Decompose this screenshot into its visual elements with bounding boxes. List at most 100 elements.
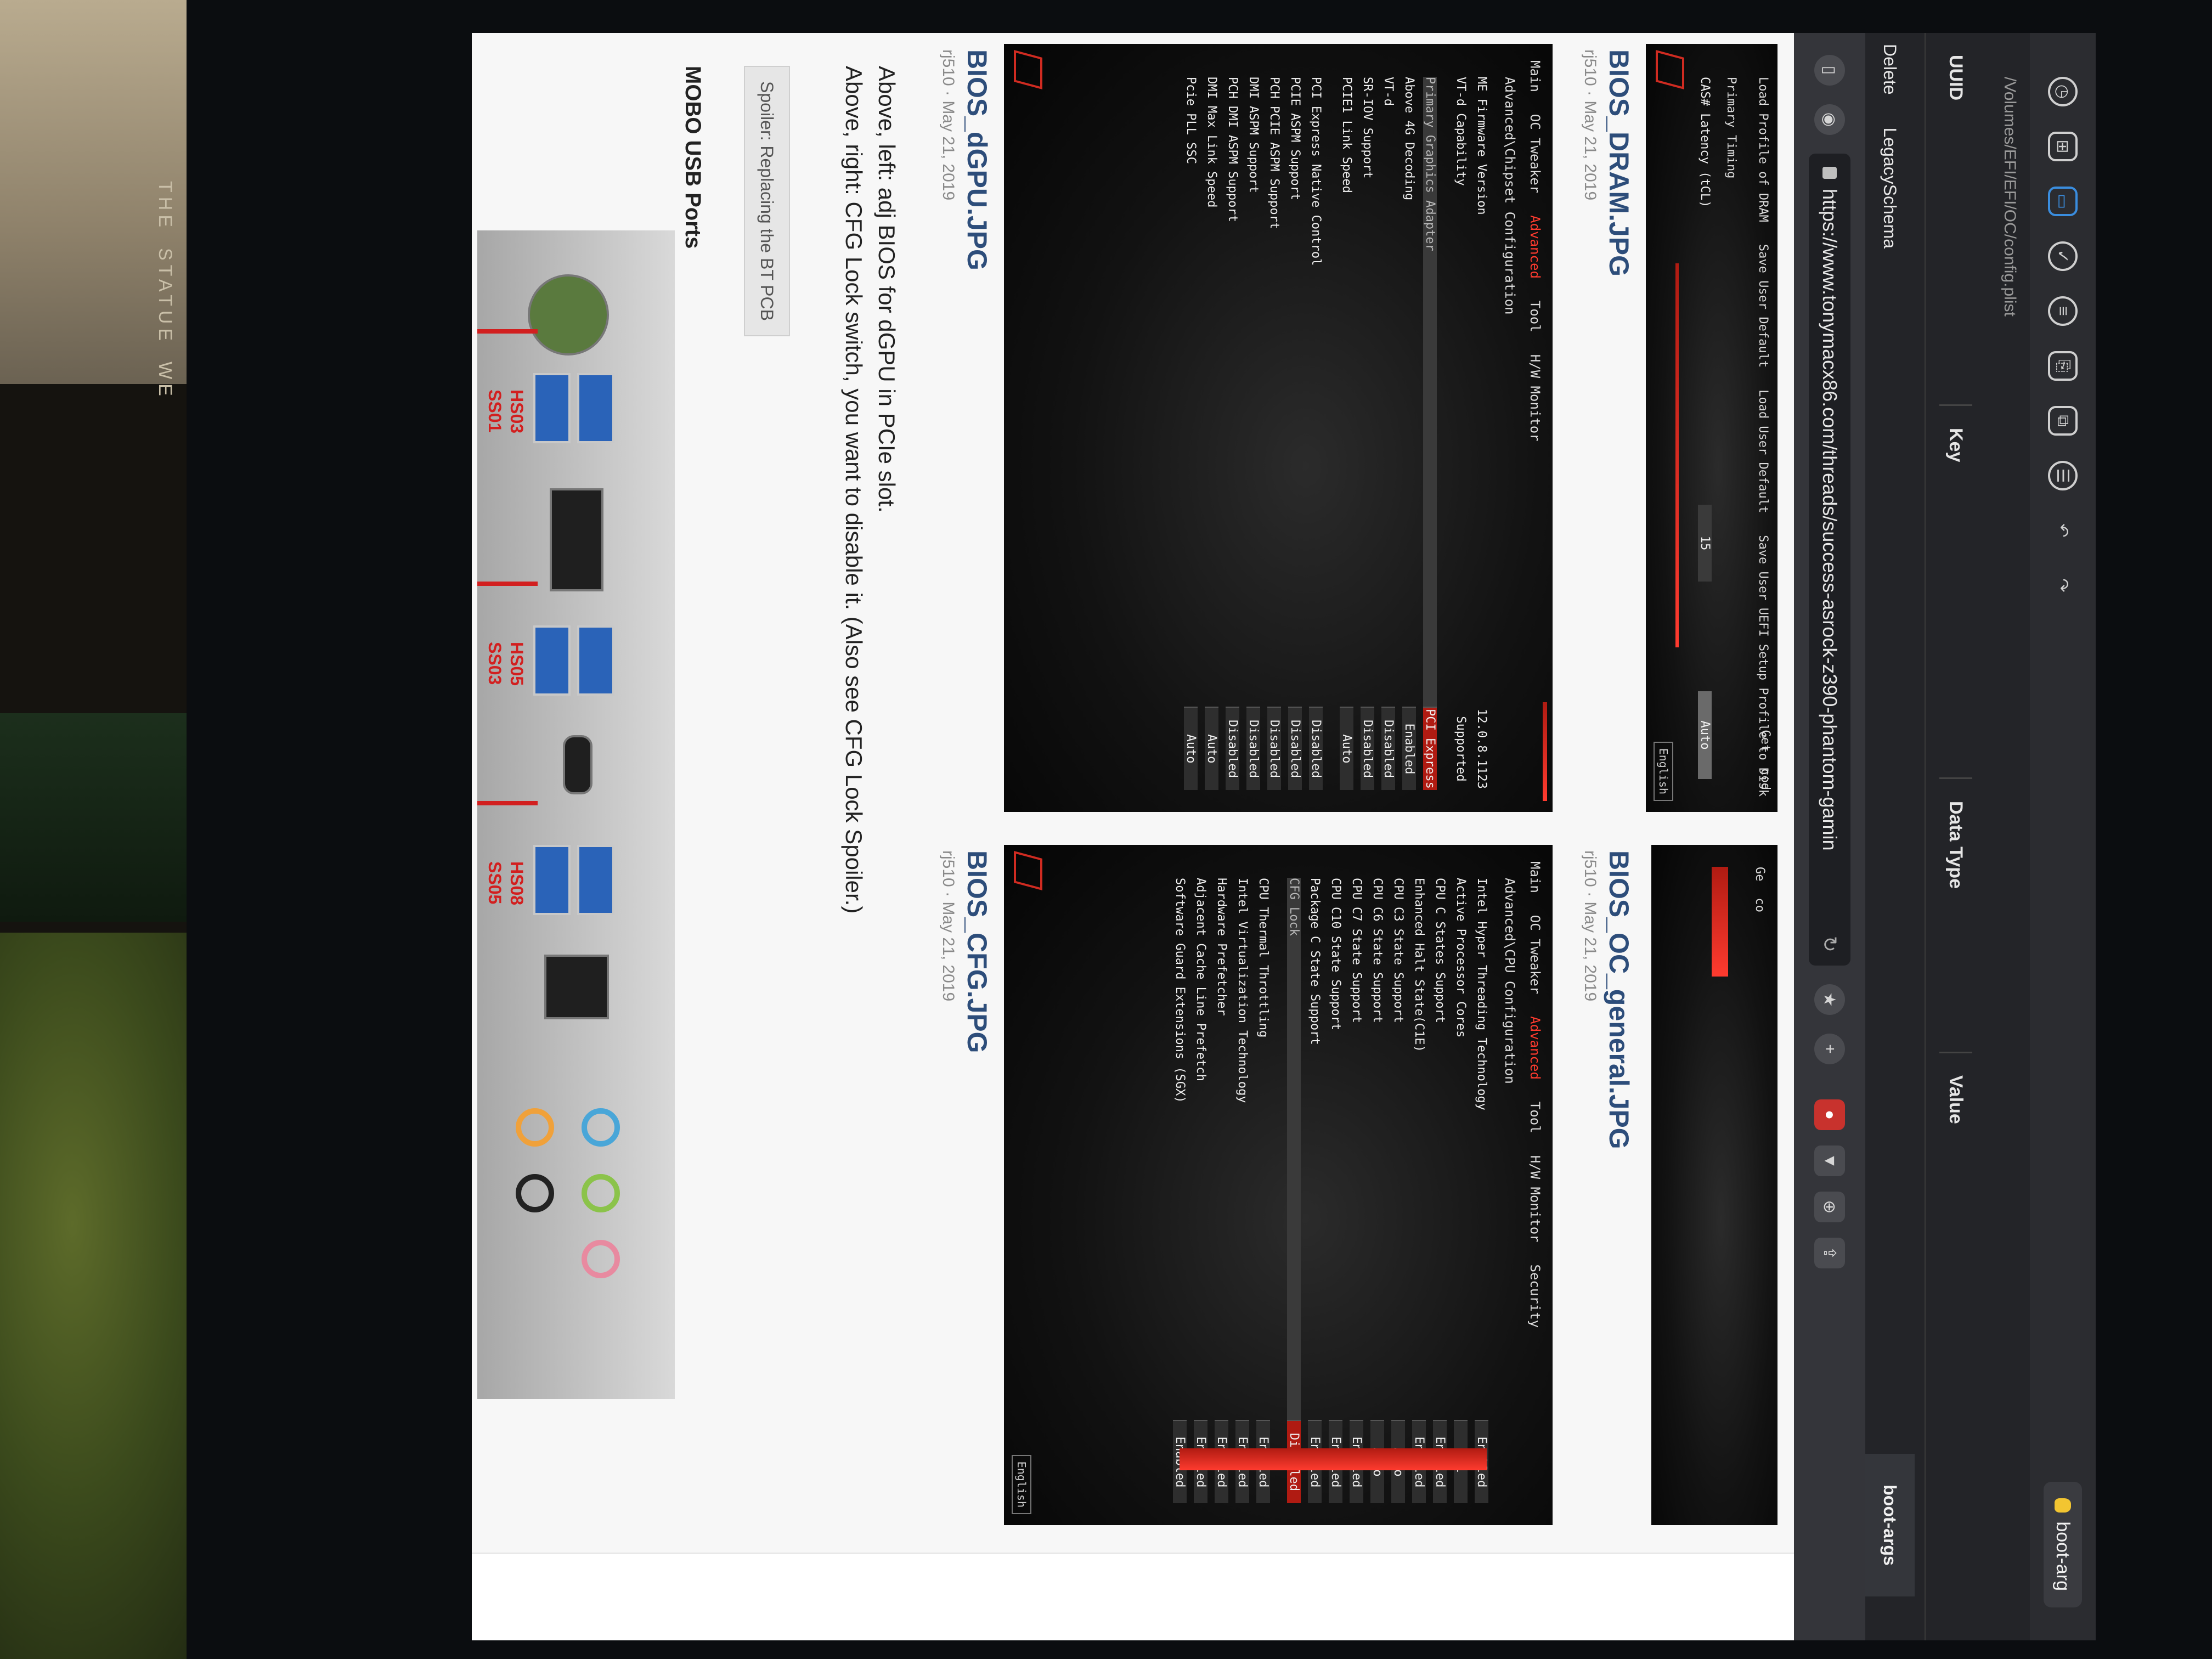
bios-row[interactable]: Software Guard Extensions (SGX)Enabled xyxy=(1170,878,1190,1503)
bios-row[interactable]: PCH PCIE ASPM Support Disabled xyxy=(1264,77,1285,790)
column-value[interactable]: Value xyxy=(1939,1053,1972,1640)
bios-language[interactable]: English xyxy=(1654,741,1673,801)
bios-tab-active[interactable]: Advanced xyxy=(1527,1016,1543,1080)
bios-row-selected[interactable]: Primary Graphics Adapter PCI Express xyxy=(1420,77,1441,790)
attachment-bios-oc-general[interactable]: Ge co xyxy=(1651,845,1778,1525)
bios-tab[interactable]: H/W Monitor xyxy=(1527,354,1543,442)
bios-row[interactable]: Pcie PLL SSC Auto xyxy=(1181,77,1201,790)
attachment-bios-dgpu[interactable]: Main OC Tweaker Advanced Tool H/W Monito… xyxy=(1004,44,1553,812)
new-tab-icon[interactable]: + xyxy=(1814,1034,1845,1064)
bios-row[interactable]: CPU C6 State SupportAuto xyxy=(1367,878,1388,1503)
bios-row[interactable]: VT-d Disabled xyxy=(1378,77,1399,790)
downloads-icon[interactable]: ⊕ xyxy=(1814,1192,1845,1222)
bios-row[interactable]: DMI Max Link Speed Auto xyxy=(1201,77,1222,790)
audio-jack xyxy=(516,1174,554,1212)
bios-tab-active[interactable]: Advanced xyxy=(1527,215,1543,279)
attachment-image[interactable]: Main OC Tweaker Advanced Tool H/W Monito… xyxy=(1004,44,1553,812)
bios-menu-item: Save User Default xyxy=(1756,244,1770,368)
bios-tab[interactable]: Main xyxy=(1527,861,1543,893)
list-icon[interactable]: ≡ xyxy=(2048,296,2078,326)
attachment-title[interactable]: BIOS_dGPU.JPG xyxy=(961,49,993,270)
spoiler-button[interactable]: Spoiler: Replacing the BT PCB xyxy=(744,66,790,336)
bios-tab[interactable]: H/W Monitor xyxy=(1527,1155,1543,1243)
bios-row[interactable]: PCIE ASPM Support Disabled xyxy=(1285,77,1306,790)
bios-row[interactable]: DMI ASPM Support Disabled xyxy=(1243,77,1264,790)
bios-row[interactable]: VT-d Capability Supported xyxy=(1451,77,1471,790)
bios-tab[interactable]: Main xyxy=(1527,60,1543,92)
column-key[interactable]: Key xyxy=(1939,406,1972,779)
redo-icon[interactable]: ↷ xyxy=(2048,571,2078,600)
bios-row[interactable]: PCIE1 Link Speed Auto xyxy=(1336,77,1357,790)
bios-row[interactable]: Package C State SupportEnabled xyxy=(1305,878,1325,1503)
bios-row[interactable]: CPU C3 State SupportAuto xyxy=(1388,878,1409,1503)
bios-row-key: CPU C10 State Support xyxy=(1329,878,1343,1031)
bios-row-key: SR-IOV Support xyxy=(1361,77,1375,179)
bios-tab[interactable]: Tool xyxy=(1527,301,1543,332)
bios-tab[interactable]: OC Tweaker xyxy=(1527,915,1543,995)
usb-port xyxy=(533,373,571,443)
legacy-schema-item[interactable]: LegacySchema xyxy=(1880,128,1900,249)
bezel-word: STATUE xyxy=(155,248,176,346)
history-icon[interactable]: ◷ xyxy=(2048,77,2078,106)
bios-row-key: Package C State Support xyxy=(1308,878,1322,1045)
duplicate-icon[interactable]: ⧉ xyxy=(2048,406,2078,436)
bios-menu-item: Load User Default xyxy=(1756,390,1770,514)
bios-help-text: Get xyxy=(1758,730,1772,752)
undo-icon[interactable]: ↶ xyxy=(2048,516,2078,545)
bios-row[interactable]: SR-IOV Support Disabled xyxy=(1357,77,1378,790)
bios-row[interactable]: CPU Thermal ThrottlingEnabled xyxy=(1253,878,1274,1503)
bios-row[interactable]: CPU C States SupportEnabled xyxy=(1430,878,1451,1503)
bios-row[interactable]: PCH DMI ASPM Support Disabled xyxy=(1222,77,1243,790)
bios-row[interactable]: CPU C7 State SupportEnabled xyxy=(1346,878,1367,1503)
bios-row-key: Pcie PLL SSC xyxy=(1184,77,1198,164)
attachment-title[interactable]: BIOS_OC_general.JPG xyxy=(1603,850,1635,1149)
database-icon[interactable]: ☰ xyxy=(2048,461,2078,490)
bios-row[interactable]: Above 4G Decoding Enabled xyxy=(1399,77,1420,790)
bios-row[interactable]: CPU C10 State SupportEnabled xyxy=(1325,878,1346,1503)
attachment-bios-dram[interactable]: Load Profile of DRAM Save User Default L… xyxy=(1646,44,1778,812)
bios-row[interactable]: PCI Express Native Control Disabled xyxy=(1306,77,1327,790)
attachment-image[interactable]: Load Profile of DRAM Save User Default L… xyxy=(1646,44,1778,812)
column-uuid[interactable]: UUID xyxy=(1939,33,1972,406)
pocket-icon[interactable]: ▼ xyxy=(1814,1146,1845,1176)
search-field[interactable]: boot-arg xyxy=(2044,1482,2082,1607)
attachment-image[interactable]: Main OC Tweaker Advanced Tool H/W Monito… xyxy=(1004,845,1553,1525)
bios-tab[interactable]: OC Tweaker xyxy=(1527,114,1543,194)
grid-icon[interactable]: ⊞ xyxy=(2048,132,2078,161)
bookmark-icon[interactable]: ★ xyxy=(1814,984,1845,1015)
bios-tab[interactable]: Security xyxy=(1527,1265,1543,1328)
bios-row[interactable]: Intel Virtualization TechnologyEnabled xyxy=(1232,878,1253,1503)
bios-row-cfg-lock[interactable]: CFG LockDisabled xyxy=(1284,878,1305,1503)
privacy-icon[interactable]: ◉ xyxy=(1814,104,1845,135)
attachment-title[interactable]: BIOS_CFG.JPG xyxy=(961,850,993,1053)
bios-row[interactable]: Hardware PrefetcherEnabled xyxy=(1211,878,1232,1503)
bios-row[interactable]: Enhanced Halt State(C1E)Enabled xyxy=(1409,878,1430,1503)
sidebar-toggle-icon[interactable]: ▯ xyxy=(1814,55,1845,86)
attachment-bios-cfg[interactable]: Main OC Tweaker Advanced Tool H/W Monito… xyxy=(1004,845,1553,1525)
address-bar[interactable]: https://www.tonymacx86.com/threads/succe… xyxy=(1809,154,1850,966)
share-icon[interactable]: ⇪ xyxy=(1814,1238,1845,1268)
copy-icon[interactable]: ⎘ xyxy=(2048,351,2078,381)
clock-icon[interactable]: ✓ xyxy=(2048,241,2078,271)
bios-row[interactable]: Intel Hyper Threading TechnologyEnabled xyxy=(1471,878,1492,1503)
bios-row[interactable]: Active Processor CoresAll xyxy=(1451,878,1471,1503)
bios-row[interactable]: Adjacent Cache Line PrefetchEnabled xyxy=(1190,878,1211,1503)
attachment-image[interactable]: Ge co xyxy=(1651,845,1778,1525)
search-value: boot-arg xyxy=(2052,1521,2074,1591)
page-right-margin xyxy=(472,1553,1794,1640)
bios-row-key: CFG Lock xyxy=(1287,878,1301,1420)
reload-icon[interactable]: ↻ xyxy=(1818,936,1841,952)
bios-tab[interactable]: Tool xyxy=(1527,1102,1543,1133)
bios-row[interactable]: ME Firmware Version 12.0.8.1123 xyxy=(1471,77,1492,790)
column-data-type[interactable]: Data Type xyxy=(1939,779,1972,1053)
bios-row-key: Hardware Prefetcher xyxy=(1215,878,1229,1016)
bios-language[interactable]: English xyxy=(1012,1454,1031,1514)
tab-boot-args[interactable]: boot-args xyxy=(1865,1454,1915,1596)
bios-row-value: Disabled xyxy=(1288,707,1302,790)
sidebar-icon[interactable]: ▭ xyxy=(2048,187,2078,216)
delete-item[interactable]: Delete xyxy=(1880,44,1900,95)
bios-row-value: Supported xyxy=(1454,716,1468,782)
mobo-usb-ports-image: HS03 SS01 HS05 SS03 HS08 SS05 xyxy=(477,230,675,1399)
extension-icon[interactable]: ● xyxy=(1814,1099,1845,1130)
attachment-title[interactable]: BIOS_DRAM.JPG xyxy=(1603,49,1635,276)
